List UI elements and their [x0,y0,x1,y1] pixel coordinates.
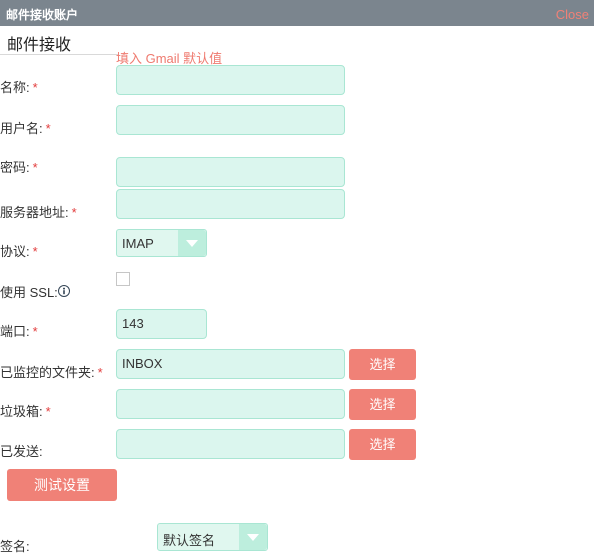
ssl-label: 使用 SSL: [0,285,58,300]
server-label: 服务器地址: * [0,205,77,220]
choose-sent-button[interactable]: 选择 [349,429,416,460]
required-mark: * [32,244,38,259]
required-mark: * [32,324,38,339]
signature-select[interactable]: 默认签名 [157,523,268,551]
chevron-down-icon [178,230,206,256]
required-mark: * [32,80,38,95]
monitored-folder-label: 已监控的文件夹: * [0,365,103,380]
server-input[interactable] [116,189,345,219]
chevron-down-icon [239,524,267,550]
name-input[interactable] [116,65,345,95]
username-input[interactable] [116,105,345,135]
signature-label: 签名: [0,539,30,554]
trash-input[interactable] [116,389,345,419]
protocol-value: IMAP [122,236,154,251]
protocol-label: 协议: * [0,244,38,259]
port-label: 端口: * [0,324,38,339]
protocol-select[interactable]: IMAP [116,229,207,257]
info-icon[interactable] [58,285,70,297]
required-mark: * [45,404,51,419]
required-mark: * [97,365,103,380]
dialog-titlebar: 邮件接收账户 Close [0,0,594,26]
password-label: 密码: * [0,160,38,175]
choose-trash-button[interactable]: 选择 [349,389,416,420]
test-settings-button[interactable]: 测试设置 [7,469,117,501]
choose-monitored-folder-button[interactable]: 选择 [349,349,416,380]
port-input[interactable]: 143 [116,309,207,339]
close-button[interactable]: Close [556,7,589,22]
required-mark: * [45,121,51,136]
username-label: 用户名: * [0,121,51,136]
sent-label: 已发送: [0,444,43,459]
section-tab[interactable]: 邮件接收 [0,26,118,55]
required-mark: * [71,205,77,220]
ssl-checkbox[interactable] [116,272,130,286]
name-label: 名称: * [0,80,38,95]
sent-input[interactable] [116,429,345,459]
trash-label: 垃圾箱: * [0,404,51,419]
required-mark: * [32,160,38,175]
dialog-title: 邮件接收账户 [6,8,79,22]
signature-value: 默认签名 [163,533,216,548]
monitored-folder-input[interactable]: INBOX [116,349,345,379]
password-input[interactable] [116,157,345,187]
section-tab-label: 邮件接收 [7,37,72,54]
